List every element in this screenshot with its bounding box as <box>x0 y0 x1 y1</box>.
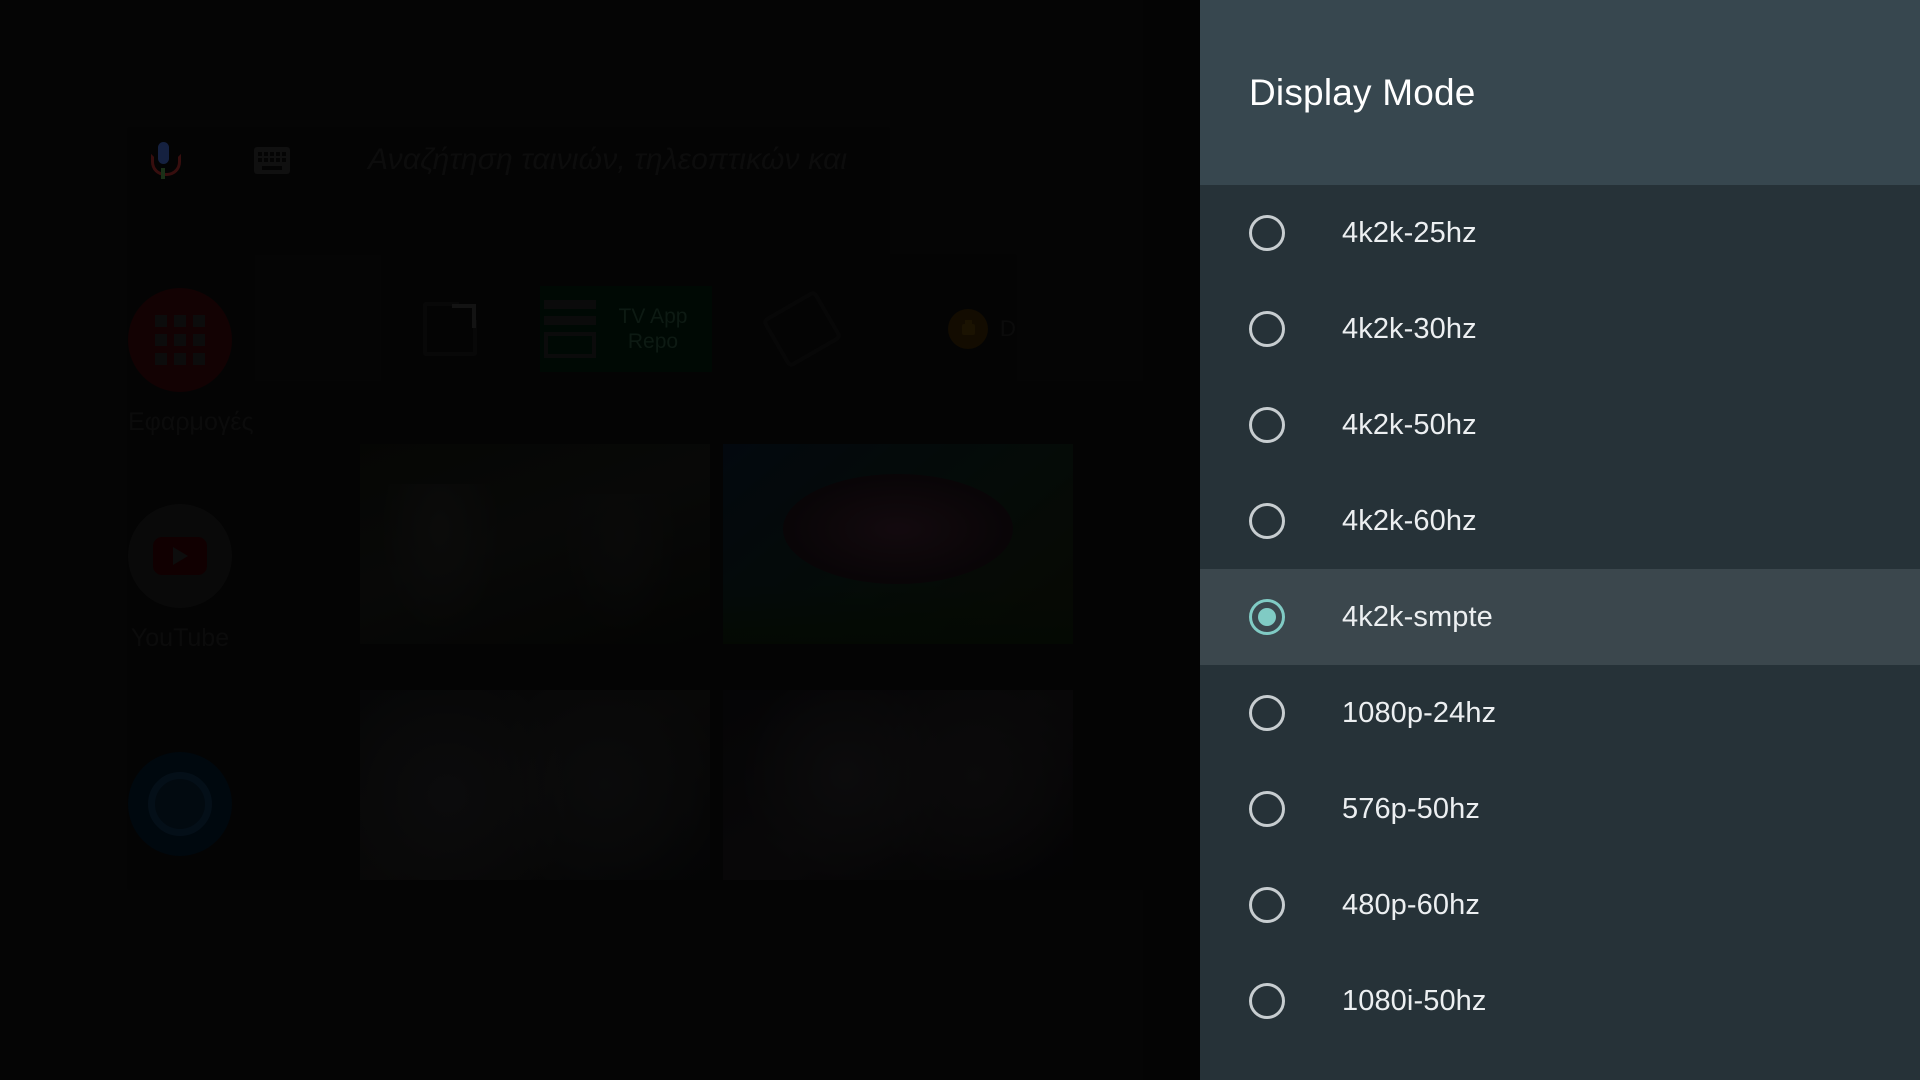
radio-unselected-icon[interactable] <box>1249 311 1285 347</box>
radio-unselected-icon[interactable] <box>1249 695 1285 731</box>
thumbnail-4[interactable] <box>723 690 1073 880</box>
display-mode-option-label: 4k2k-60hz <box>1342 504 1477 537</box>
display-mode-option-label: 4k2k-50hz <box>1342 408 1477 441</box>
radio-dot <box>1258 704 1276 722</box>
shortcut-tv-app-repo[interactable]: TV App Repo <box>540 286 712 372</box>
display-mode-option[interactable]: 1080i-50hz <box>1200 953 1920 1049</box>
radio-dot <box>1258 416 1276 434</box>
screen-rotate-icon <box>761 289 843 369</box>
search-input-placeholder[interactable]: Αναζήτηση ταινιών, τηλεοπτικών και <box>368 143 847 177</box>
app-shortcut-blue[interactable] <box>128 752 232 872</box>
radio-unselected-icon[interactable] <box>1249 791 1285 827</box>
display-mode-option-label: 1080p-24hz <box>1342 696 1497 729</box>
thumbnail-2[interactable] <box>723 444 1073 644</box>
display-mode-option[interactable]: 1080p-24hz <box>1200 665 1920 761</box>
display-mode-option[interactable]: 4k2k-25hz <box>1200 185 1920 281</box>
display-mode-option-label: 576p-50hz <box>1342 792 1480 825</box>
display-mode-option-list[interactable]: 4k2k-25hz 4k2k-30hz 4k2k-50hz 4k2k-60hz 4k2k… <box>1200 185 1920 1080</box>
youtube-icon <box>128 504 232 608</box>
radio-dot <box>1258 320 1276 338</box>
microphone-icon[interactable] <box>150 140 181 180</box>
radio-selected-icon[interactable] <box>1249 599 1285 635</box>
dialog-header: Display Mode <box>1200 0 1920 185</box>
app-shortcut-label: Εφαρμογές <box>128 408 254 436</box>
apps-grid-icon <box>128 288 232 392</box>
display-mode-option[interactable]: 576p-50hz <box>1200 761 1920 857</box>
display-mode-dialog: Display Mode 4k2k-25hz 4k2k-30hz 4k2k-50hz… <box>1200 0 1920 1080</box>
display-mode-option-label: 4k2k-30hz <box>1342 312 1477 345</box>
app-shortcut-apps[interactable]: Εφαρμογές <box>128 288 254 437</box>
radio-dot <box>1258 896 1276 914</box>
repo-list-icon <box>544 300 596 358</box>
radio-dot <box>1258 224 1276 242</box>
lock-icon <box>948 309 989 349</box>
keyboard-icon[interactable] <box>254 146 290 174</box>
display-mode-option[interactable]: 480p-60hz <box>1200 857 1920 953</box>
radio-unselected-icon[interactable] <box>1249 215 1285 251</box>
shortcut-label: D <box>1000 316 1016 341</box>
radio-dot <box>1258 800 1276 818</box>
radio-dot <box>1258 608 1276 626</box>
radio-unselected-icon[interactable] <box>1249 407 1285 443</box>
display-mode-option-label: 4k2k-smpte <box>1342 600 1493 633</box>
shortcut-external-link[interactable] <box>360 287 540 371</box>
display-mode-option-label: 4k2k-25hz <box>1342 216 1477 249</box>
app-shortcut-youtube[interactable]: YouTube <box>128 504 232 653</box>
search-bar[interactable]: Αναζήτηση ταινιών, τηλεοπτικών και <box>150 140 847 180</box>
thumbnail-1[interactable] <box>360 444 710 644</box>
display-mode-option-label: 480p-60hz <box>1342 888 1480 921</box>
app-shortcut-label: YouTube <box>130 624 230 652</box>
display-mode-option[interactable]: 4k2k-60hz <box>1200 473 1920 569</box>
display-mode-option-label: 1080i-50hz <box>1342 984 1487 1017</box>
radio-dot <box>1258 992 1276 1010</box>
display-mode-option[interactable]: 4k2k-50hz <box>1200 377 1920 473</box>
shortcut-label: TV App Repo <box>618 304 688 353</box>
radio-unselected-icon[interactable] <box>1249 983 1285 1019</box>
radio-unselected-icon[interactable] <box>1249 503 1285 539</box>
radio-unselected-icon[interactable] <box>1249 887 1285 923</box>
display-mode-option[interactable]: 4k2k-smpte <box>1200 569 1920 665</box>
thumbnail-3[interactable] <box>360 690 710 880</box>
blue-circle-app-icon <box>128 752 232 856</box>
shortcut-tile-row: TV App Repo D <box>360 286 1072 372</box>
radio-dot <box>1258 512 1276 530</box>
shortcut-screen-rotate[interactable] <box>712 287 892 371</box>
external-link-icon <box>423 298 481 356</box>
shortcut-lock[interactable]: D <box>892 287 1072 371</box>
dialog-title: Display Mode <box>1249 71 1476 113</box>
display-mode-option[interactable]: 4k2k-30hz <box>1200 281 1920 377</box>
